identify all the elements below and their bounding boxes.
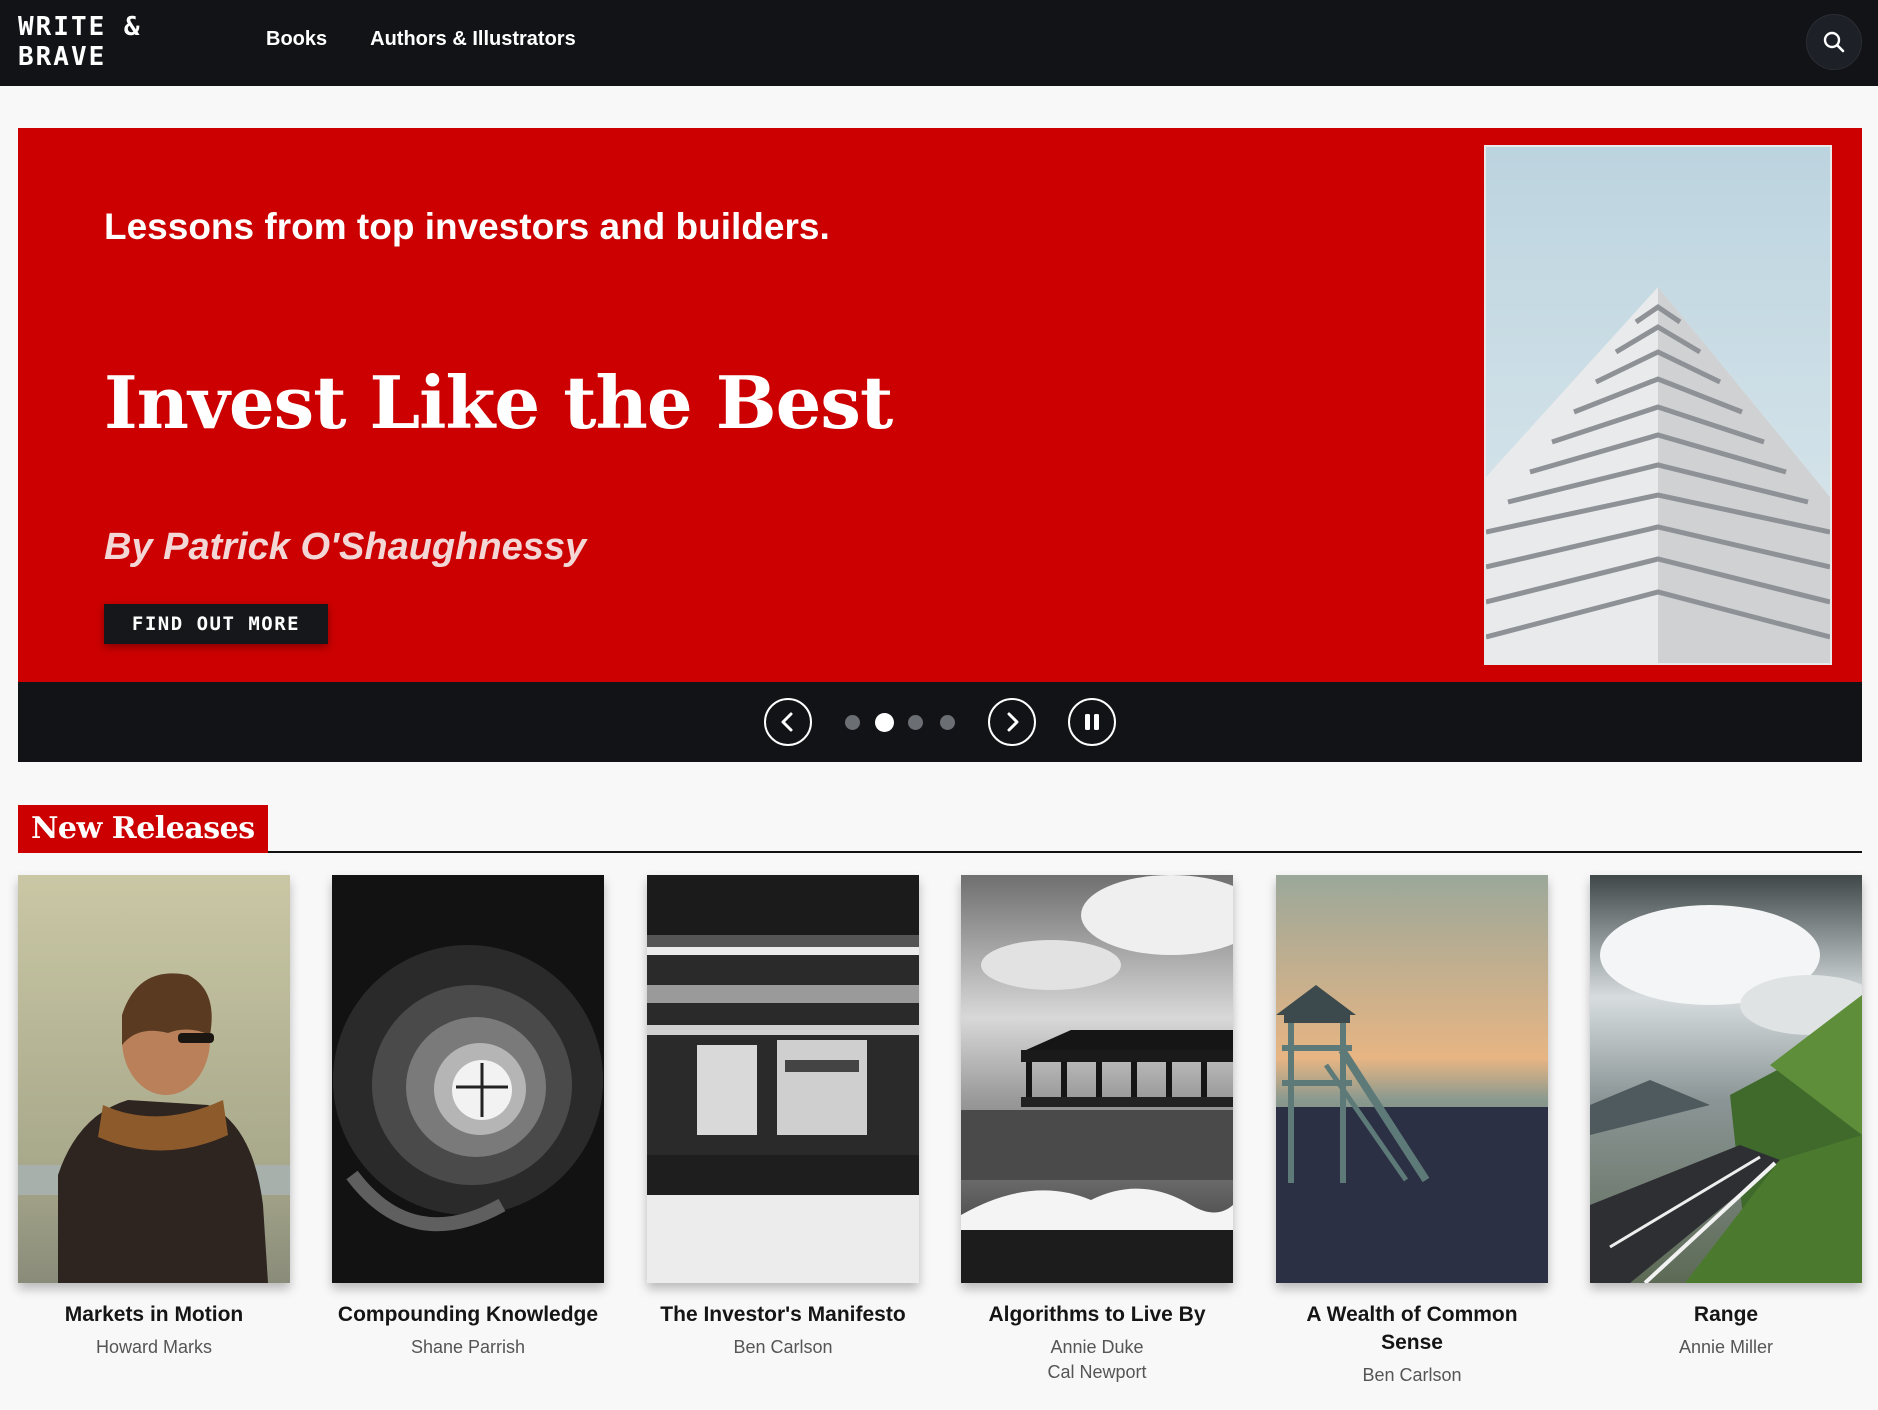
hero-kicker: Lessons from top investors and builders. <box>104 206 830 247</box>
hero-author: By Patrick O'Shaughnessy <box>104 526 587 568</box>
book-grid: Markets in Motion Howard Marks Compoundi… <box>18 875 1862 1395</box>
pause-icon <box>1085 714 1099 730</box>
book-cover[interactable] <box>1590 875 1862 1283</box>
book-cover[interactable] <box>647 875 919 1283</box>
section-title: New Releases <box>18 805 268 853</box>
chevron-right-icon <box>1007 712 1019 732</box>
search-icon <box>1823 31 1845 53</box>
nav-authors-illustrators[interactable]: Authors & Illustrators <box>370 28 576 51</box>
book-cover[interactable] <box>961 875 1233 1283</box>
hero-book-cover[interactable] <box>1484 145 1832 665</box>
book-author[interactable]: Howard Marks <box>18 1335 290 1360</box>
book-cover[interactable] <box>18 875 290 1283</box>
book-card[interactable]: Range Annie Miller <box>1590 875 1862 1360</box>
book-author[interactable]: Shane Parrish <box>332 1335 604 1360</box>
book-title[interactable]: The Investor's Manifesto <box>647 1301 919 1329</box>
book-author-2[interactable]: Cal Newport <box>961 1360 1233 1385</box>
find-out-more-button[interactable]: FIND OUT MORE <box>104 604 328 644</box>
book-title[interactable]: Range <box>1590 1301 1862 1329</box>
book-author[interactable]: Annie Duke <box>961 1335 1233 1360</box>
carousel-pause-button[interactable] <box>1068 698 1116 746</box>
book-card[interactable]: Markets in Motion Howard Marks <box>18 875 290 1360</box>
logo-line-1: WRITE & <box>18 12 142 42</box>
nav-books[interactable]: Books <box>266 28 327 51</box>
carousel-dot-3[interactable] <box>908 715 923 730</box>
logo-line-2: BRAVE <box>18 42 107 72</box>
book-card[interactable]: Algorithms to Live By Annie Duke Cal New… <box>961 875 1233 1385</box>
chevron-left-icon <box>781 712 793 732</box>
new-releases-header: New Releases <box>18 805 1862 853</box>
book-card[interactable]: The Investor's Manifesto Ben Carlson <box>647 875 919 1360</box>
book-author[interactable]: Annie Miller <box>1590 1335 1862 1360</box>
book-author[interactable]: Ben Carlson <box>647 1335 919 1360</box>
book-author[interactable]: Ben Carlson <box>1276 1363 1548 1388</box>
book-cover[interactable] <box>332 875 604 1283</box>
hero-banner: Lessons from top investors and builders.… <box>18 128 1862 682</box>
search-button[interactable] <box>1806 14 1862 70</box>
book-title[interactable]: Algorithms to Live By <box>961 1301 1233 1329</box>
book-cover[interactable] <box>1276 875 1548 1283</box>
top-navigation-bar: WRITE & BRAVE Books Authors & Illustrato… <box>0 0 1878 86</box>
carousel-dot-1[interactable] <box>845 715 860 730</box>
carousel-dot-2[interactable] <box>875 713 894 732</box>
main-nav: Books Authors & Illustrators <box>266 28 576 51</box>
hero-title: Invest Like the Best <box>104 360 893 445</box>
book-title[interactable]: Markets in Motion <box>18 1301 290 1329</box>
building-image <box>1486 147 1830 663</box>
book-card[interactable]: Compounding Knowledge Shane Parrish <box>332 875 604 1360</box>
carousel-next-button[interactable] <box>988 698 1036 746</box>
book-card[interactable]: A Wealth of Common Sense Ben Carlson <box>1276 875 1548 1388</box>
book-title[interactable]: A Wealth of Common Sense <box>1276 1301 1548 1357</box>
carousel-controls <box>18 682 1862 762</box>
site-logo[interactable]: WRITE & BRAVE <box>18 12 142 72</box>
book-title[interactable]: Compounding Knowledge <box>332 1301 604 1329</box>
carousel-dot-4[interactable] <box>940 715 955 730</box>
carousel-prev-button[interactable] <box>764 698 812 746</box>
